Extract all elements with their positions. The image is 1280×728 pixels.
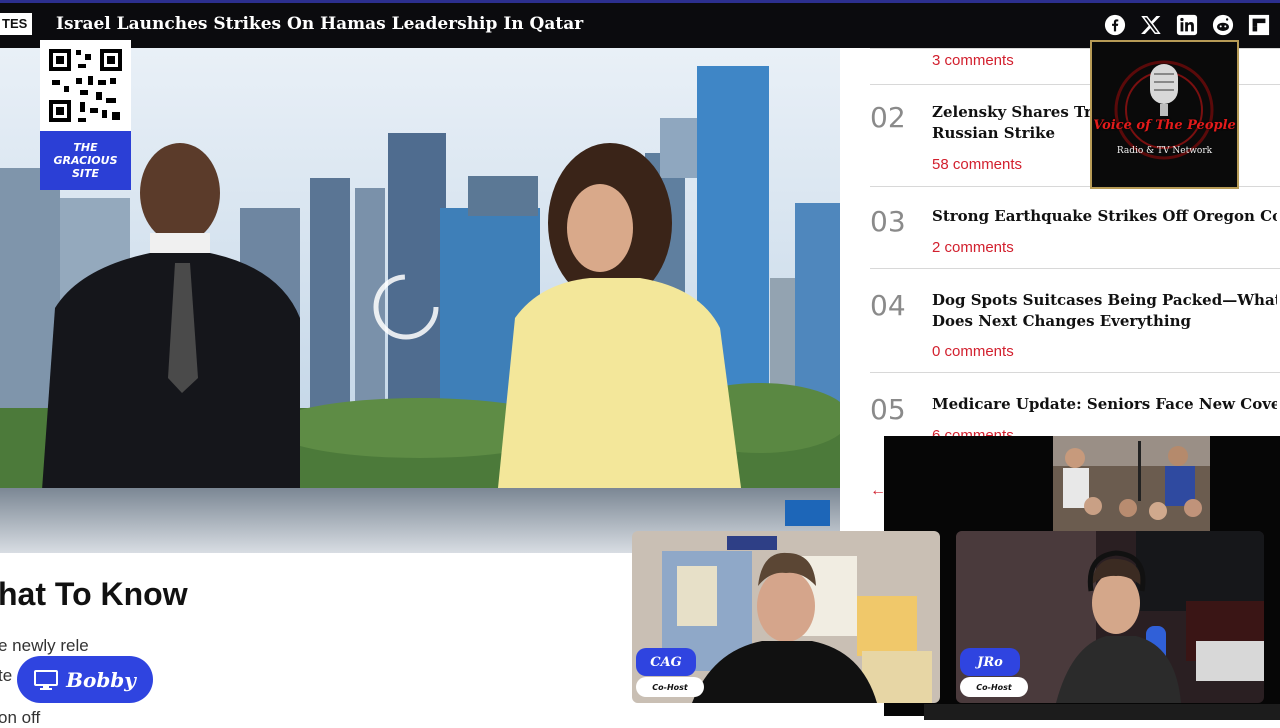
qr-code [40,40,131,131]
trending-title[interactable]: Dog Spots Suitcases Being Packed—What He [932,290,1277,311]
reddit-icon[interactable] [1212,14,1234,36]
list-divider [870,268,1280,269]
section-tag: TES [0,13,32,35]
gracious-site-logo: THE GRACIOUS SITE [40,40,131,190]
flipboard-icon[interactable] [1248,14,1270,36]
comment-count[interactable]: 2 comments [932,239,1014,256]
article-text-line: te [0,666,13,685]
crowd-video-clip [1053,436,1210,531]
article-heading: hat To Know [0,576,188,612]
presenter-name: Bobby [66,667,136,692]
presenter-bobby-button[interactable]: Bobby [17,656,153,703]
microphone-icon [1114,60,1214,160]
headline-title[interactable]: Israel Launches Strikes On Hamas Leaders… [56,13,583,35]
facebook-icon[interactable] [1104,14,1126,36]
host-role-tag: Co-Host [636,677,704,697]
left-arrow-icon[interactable]: ← [870,482,886,500]
host-role-tag: Co-Host [960,677,1028,697]
trending-rank: 03 [870,205,906,238]
trending-title-line2[interactable]: Does Next Changes Everything [932,311,1277,332]
trending-rank: 05 [870,393,906,426]
comment-count[interactable]: 0 comments [932,343,1014,360]
votp-subtitle: Radio & TV Network [1116,146,1213,156]
list-divider [870,372,1280,373]
host-name-tag: CAG [636,648,696,676]
comment-count[interactable]: 58 comments [932,156,1022,173]
site-name: THE GRACIOUS SITE [40,131,131,190]
overlay-bottom-strip [924,704,1280,720]
comment-count[interactable]: 3 comments [932,52,1014,69]
voice-of-the-people-logo: Voice of The People Radio & TV Network [1090,40,1239,189]
monitor-icon [34,669,59,690]
x-icon[interactable] [1140,14,1162,36]
trending-title[interactable]: Medicare Update: Seniors Face New Covera… [932,394,1277,415]
webcam-jro: JRo Co-Host [956,531,1264,703]
comment-count[interactable]: 6 comments [932,427,1014,436]
trending-title[interactable]: Strong Earthquake Strikes Off Oregon Coa… [932,206,1277,227]
votp-title: Voice of The People [1093,118,1236,133]
trending-title[interactable]: Zelensky Shares Tragi [932,102,1092,123]
webcam-cag: CAG Co-Host [632,531,940,703]
article-text-line: e newly rele [0,636,89,655]
trending-rank: 04 [870,289,906,322]
linkedin-icon[interactable] [1176,14,1198,36]
host-name-tag: JRo [960,648,1020,676]
article-text-line: on off [0,708,41,727]
trending-rank: 02 [870,101,906,134]
